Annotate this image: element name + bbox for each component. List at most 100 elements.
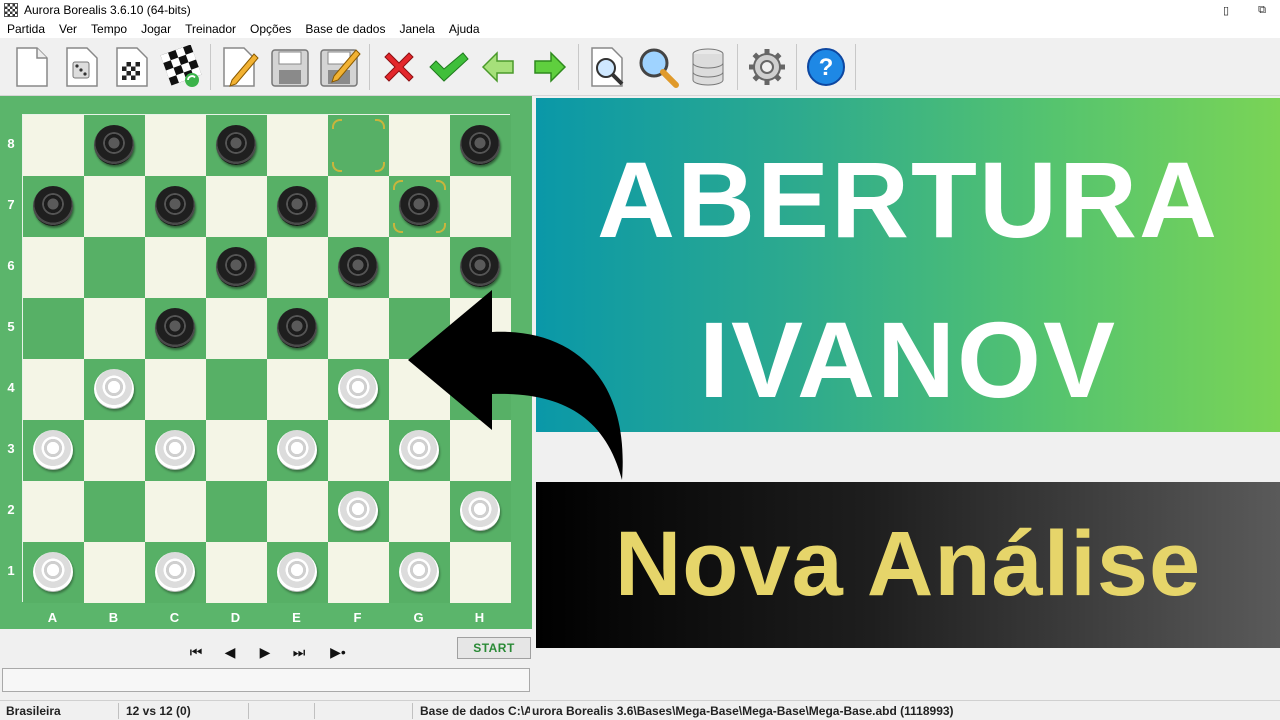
command-input[interactable] (2, 668, 530, 692)
menu-opcoes[interactable]: Opções (243, 22, 298, 36)
square-c4[interactable] (145, 359, 206, 420)
menu-tempo[interactable]: Tempo (84, 22, 134, 36)
square-c2[interactable] (145, 481, 206, 542)
rank-label: 6 (7, 258, 15, 273)
white-piece-a3[interactable] (33, 430, 73, 470)
black-piece-b8[interactable] (94, 125, 134, 165)
square-e8[interactable] (267, 115, 328, 176)
save-edit-button[interactable] (315, 42, 365, 92)
save-edit-icon (320, 48, 361, 87)
square-a2[interactable] (23, 481, 84, 542)
search-document-button[interactable] (583, 42, 633, 92)
cancel-button[interactable] (374, 42, 424, 92)
square-c6[interactable] (145, 237, 206, 298)
square-e4[interactable] (267, 359, 328, 420)
square-c8[interactable] (145, 115, 206, 176)
magnifier-button[interactable] (633, 42, 683, 92)
square-b5[interactable] (84, 298, 145, 359)
menu-ver[interactable]: Ver (52, 22, 84, 36)
menu-ajuda[interactable]: Ajuda (442, 22, 487, 36)
square-h7[interactable] (450, 176, 511, 237)
black-piece-d6[interactable] (216, 247, 256, 287)
start-button[interactable]: START (457, 637, 531, 659)
black-piece-d8[interactable] (216, 125, 256, 165)
square-f7[interactable] (328, 176, 389, 237)
black-piece-h8[interactable] (460, 125, 500, 165)
black-piece-c7[interactable] (155, 186, 195, 226)
square-b7[interactable] (84, 176, 145, 237)
black-piece-a7[interactable] (33, 186, 73, 226)
square-d2[interactable] (206, 481, 267, 542)
random-position-button[interactable] (56, 42, 106, 92)
rank-label: 1 (7, 563, 15, 578)
random-dice-icon (66, 46, 98, 87)
square-d5[interactable] (206, 298, 267, 359)
white-piece-h2[interactable] (460, 491, 500, 531)
title-banner: ABERTURA IVANOV (536, 98, 1280, 432)
menu-jogar[interactable]: Jogar (134, 22, 178, 36)
new-game-button[interactable] (6, 42, 56, 92)
square-d1[interactable] (206, 542, 267, 603)
square-d3[interactable] (206, 420, 267, 481)
menu-partida[interactable]: Partida (0, 22, 52, 36)
save-button[interactable] (265, 42, 315, 92)
square-a8[interactable] (23, 115, 84, 176)
square-f5[interactable] (328, 298, 389, 359)
toolbar-separator (737, 43, 738, 90)
menu-treinador[interactable]: Treinador (178, 22, 243, 36)
white-piece-c1[interactable] (155, 552, 195, 592)
square-a4[interactable] (23, 359, 84, 420)
white-piece-c3[interactable] (155, 430, 195, 470)
edit-button[interactable] (215, 42, 265, 92)
white-piece-b4[interactable] (94, 369, 134, 409)
black-piece-h6[interactable] (460, 247, 500, 287)
previous-move-button[interactable]: ◀ (219, 641, 241, 663)
square-d4[interactable] (206, 359, 267, 420)
first-move-button[interactable]: ⏮ (185, 641, 207, 663)
square-g8[interactable] (389, 115, 450, 176)
subtitle-text: Nova Análise (614, 513, 1202, 615)
white-piece-e3[interactable] (277, 430, 317, 470)
square-e6[interactable] (267, 237, 328, 298)
square-g6[interactable] (389, 237, 450, 298)
square-b1[interactable] (84, 542, 145, 603)
square-b3[interactable] (84, 420, 145, 481)
square-b6[interactable] (84, 237, 145, 298)
previous-button[interactable] (474, 42, 524, 92)
settings-button[interactable] (742, 42, 792, 92)
engine-play-button[interactable]: ▶• (324, 641, 352, 663)
square-f3[interactable] (328, 420, 389, 481)
white-piece-g1[interactable] (399, 552, 439, 592)
confirm-button[interactable] (424, 42, 474, 92)
square-a6[interactable] (23, 237, 84, 298)
black-piece-f6[interactable] (338, 247, 378, 287)
white-piece-e1[interactable] (277, 552, 317, 592)
board-setup-button[interactable] (106, 42, 156, 92)
toolbar: ? (0, 38, 1280, 96)
menu-janela[interactable]: Janela (392, 22, 441, 36)
next-button[interactable] (524, 42, 574, 92)
minimize-button[interactable]: ▯ (1208, 0, 1244, 20)
square-g2[interactable] (389, 481, 450, 542)
square-d7[interactable] (206, 176, 267, 237)
square-e2[interactable] (267, 481, 328, 542)
database-button[interactable] (683, 42, 733, 92)
white-piece-f4[interactable] (338, 369, 378, 409)
black-piece-e7[interactable] (277, 186, 317, 226)
restore-button[interactable]: ⧉ (1244, 0, 1280, 20)
white-piece-f2[interactable] (338, 491, 378, 531)
square-a5[interactable] (23, 298, 84, 359)
file-label: D (230, 610, 241, 625)
menu-base-de-dados[interactable]: Base de dados (298, 22, 392, 36)
flip-board-button[interactable] (156, 42, 206, 92)
square-h1[interactable] (450, 542, 511, 603)
black-piece-e5[interactable] (277, 308, 317, 348)
white-piece-a1[interactable] (33, 552, 73, 592)
square-b2[interactable] (84, 481, 145, 542)
square-f1[interactable] (328, 542, 389, 603)
next-move-button[interactable]: ▶ (254, 641, 276, 663)
black-piece-g7[interactable] (399, 186, 439, 226)
black-piece-c5[interactable] (155, 308, 195, 348)
last-move-button[interactable]: ⏭ (288, 641, 310, 663)
help-button[interactable]: ? (801, 42, 851, 92)
